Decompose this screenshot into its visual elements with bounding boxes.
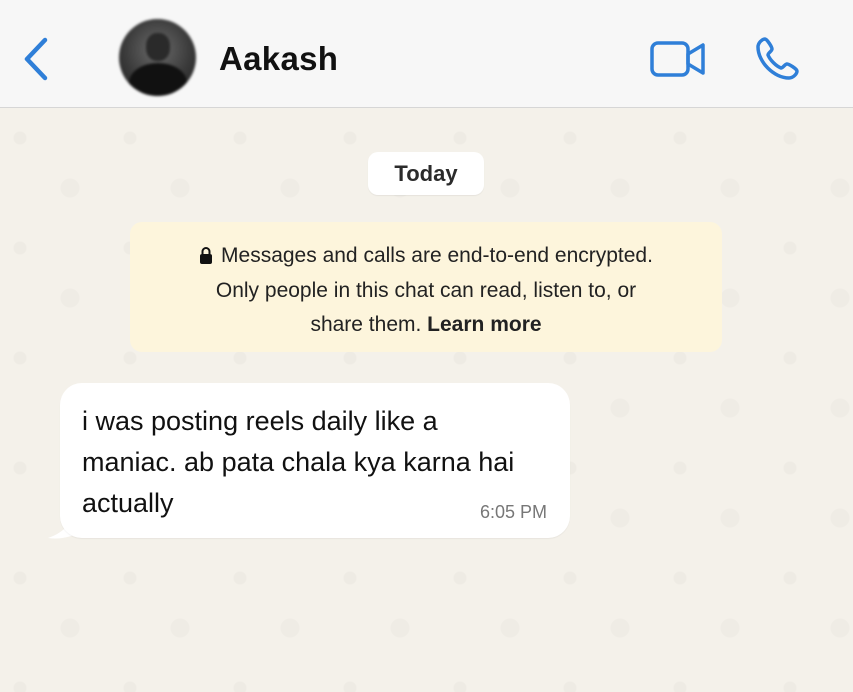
message-timestamp: 6:05 PM	[479, 502, 547, 522]
video-camera-icon	[650, 41, 705, 77]
encryption-text-3: share them.	[310, 313, 428, 336]
chat-header: Aakash	[0, 0, 853, 108]
back-button[interactable]	[18, 34, 54, 84]
message-bubble[interactable]: i was posting reels daily like a maniac.…	[60, 383, 570, 538]
lock-icon	[200, 247, 213, 264]
voice-call-button[interactable]	[752, 34, 802, 84]
encryption-notice-line-1: Messages and calls are end-to-end encryp…	[130, 239, 722, 274]
contact-name[interactable]: Aakash	[219, 40, 338, 78]
phone-icon	[756, 37, 799, 80]
message-text: i was posting reels daily like a maniac.…	[82, 406, 515, 518]
video-call-button[interactable]	[649, 36, 707, 82]
avatar[interactable]	[119, 19, 196, 96]
learn-more-link[interactable]: Learn more	[427, 313, 541, 336]
encryption-notice-line-3: share them. Learn more	[130, 308, 722, 343]
chevron-left-icon	[24, 37, 48, 81]
date-chip: Today	[368, 152, 484, 195]
encryption-text-1: Messages and calls are end-to-end encryp…	[221, 244, 653, 267]
encryption-text-2: Only people in this chat can read, liste…	[215, 278, 637, 302]
encryption-notice[interactable]: Messages and calls are end-to-end encryp…	[130, 222, 722, 352]
